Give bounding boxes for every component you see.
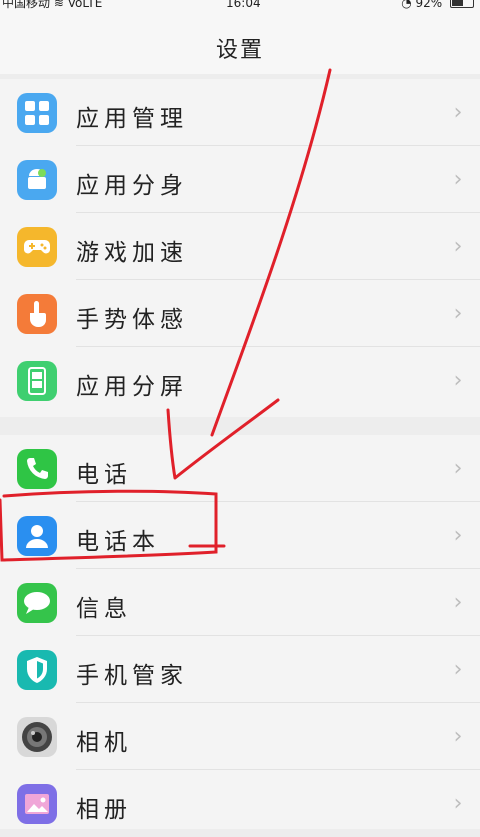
- alarm-icon: ◔: [401, 0, 412, 10]
- settings-item-label: 应用分身: [76, 173, 188, 199]
- chevron-right-icon: ›: [453, 368, 463, 393]
- chevron-right-icon: ›: [453, 523, 463, 548]
- settings-item-label: 信息: [76, 596, 132, 622]
- settings-item-label: 手势体感: [76, 307, 188, 333]
- settings-item-app-management[interactable]: 应用管理 ›: [0, 79, 480, 146]
- gamepad-icon: [17, 227, 57, 267]
- settings-item-label: 电话本: [76, 529, 160, 555]
- grid-icon: [17, 93, 57, 133]
- chevron-right-icon: ›: [453, 724, 463, 749]
- chevron-right-icon: ›: [453, 590, 463, 615]
- shield-icon: [17, 650, 57, 690]
- settings-item-gesture[interactable]: 手势体感 ›: [0, 280, 480, 347]
- android-icon: [17, 160, 57, 200]
- settings-item-split-screen[interactable]: 应用分屏 ›: [0, 347, 480, 414]
- settings-item-camera[interactable]: 相机 ›: [0, 703, 480, 770]
- settings-item-label: 手机管家: [76, 663, 188, 689]
- camera-icon: [17, 717, 57, 757]
- phone-split-icon: [17, 361, 57, 401]
- settings-item-label: 电话: [76, 462, 132, 488]
- wifi-icon: ≋: [53, 0, 64, 10]
- settings-item-phone-manager[interactable]: 手机管家 ›: [0, 636, 480, 703]
- settings-item-label: 应用管理: [76, 106, 188, 132]
- settings-item-label: 相册: [76, 797, 132, 823]
- message-icon: [17, 583, 57, 623]
- settings-item-messages[interactable]: 信息 ›: [0, 569, 480, 636]
- settings-group-system-apps: 电话 › 电话本 › 信息 › 手机管家 › 相机 › 相册 ›: [0, 435, 480, 829]
- chevron-right-icon: ›: [453, 791, 463, 816]
- status-bar: 中国移动 ≋ VoLTE 16:04 ◔ 92%: [0, 0, 480, 12]
- page-header: 设置: [0, 12, 480, 74]
- hand-icon: [17, 294, 57, 334]
- battery-percent: 92%: [415, 0, 443, 10]
- battery-icon: [450, 0, 474, 8]
- settings-item-label: 游戏加速: [76, 240, 188, 266]
- settings-item-label: 相机: [76, 730, 132, 756]
- status-carrier: 中国移动 ≋ VoLTE: [2, 0, 102, 9]
- chevron-right-icon: ›: [453, 657, 463, 682]
- settings-item-game-boost[interactable]: 游戏加速 ›: [0, 213, 480, 280]
- settings-item-phone[interactable]: 电话 ›: [0, 435, 480, 502]
- settings-item-gallery[interactable]: 相册 ›: [0, 770, 480, 837]
- phone-icon: [17, 449, 57, 489]
- chevron-right-icon: ›: [453, 234, 463, 259]
- contacts-icon: [17, 516, 57, 556]
- status-time: 16:04: [226, 0, 261, 10]
- settings-group-apps: 应用管理 › 应用分身 › 游戏加速 › 手势体感 › 应用分屏 ›: [0, 79, 480, 417]
- settings-item-app-clone[interactable]: 应用分身 ›: [0, 146, 480, 213]
- settings-item-label: 应用分屏: [76, 374, 188, 400]
- status-right: ◔ 92%: [401, 0, 474, 9]
- gallery-icon: [17, 784, 57, 824]
- chevron-right-icon: ›: [453, 167, 463, 192]
- chevron-right-icon: ›: [453, 456, 463, 481]
- page-title: 设置: [215, 38, 264, 63]
- chevron-right-icon: ›: [453, 301, 463, 326]
- chevron-right-icon: ›: [453, 100, 463, 125]
- settings-item-contacts[interactable]: 电话本 ›: [0, 502, 480, 569]
